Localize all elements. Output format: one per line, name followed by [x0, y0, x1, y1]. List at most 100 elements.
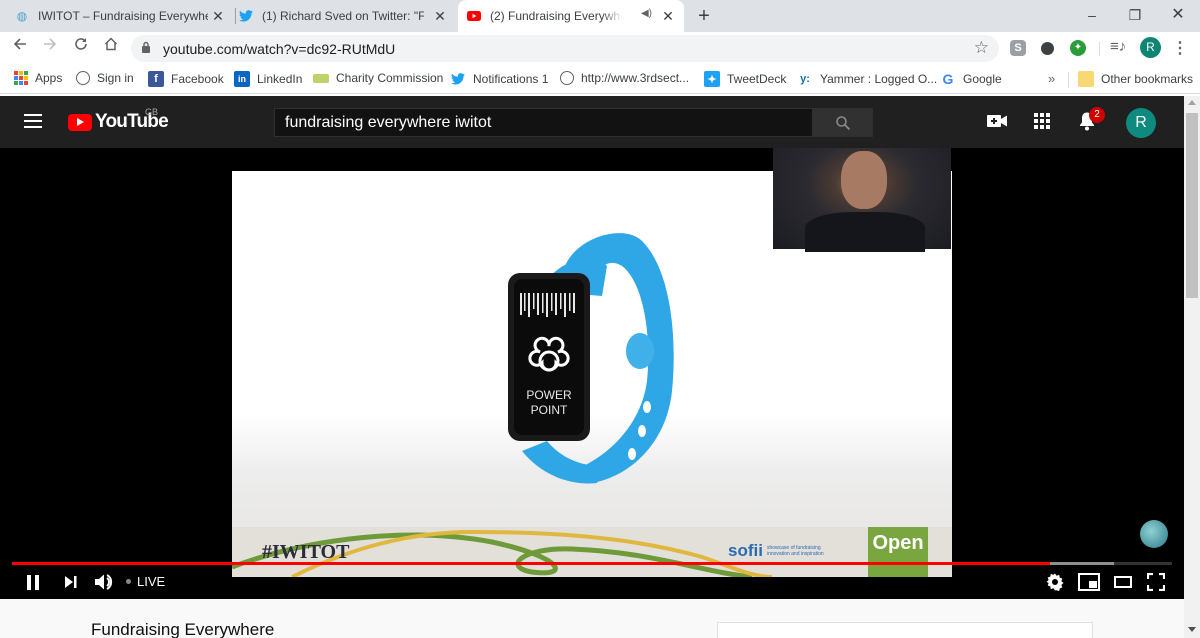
bookmarks-overflow-button[interactable]: » [1048, 71, 1055, 86]
toolbar-separator [1099, 42, 1100, 56]
facebook-icon: f [148, 71, 164, 87]
close-tab-icon[interactable]: ✕ [210, 8, 226, 24]
live-label: LIVE [137, 574, 166, 589]
bookmark-tweetdeck[interactable]: ✦ TweetDeck [704, 71, 786, 87]
scroll-up-arrow-icon[interactable] [1188, 100, 1196, 105]
youtube-logo[interactable]: YouTube GB [68, 107, 169, 133]
bookmark-star-icon[interactable]: ☆ [974, 38, 989, 58]
bookmark-notifications[interactable]: Notifications 1 [450, 71, 548, 87]
search-button[interactable] [813, 108, 873, 137]
extension-icon[interactable] [1041, 42, 1054, 55]
progress-bar[interactable] [12, 562, 1172, 565]
miniplayer-icon [1078, 573, 1100, 591]
profile-avatar[interactable]: R [1140, 37, 1161, 58]
media-control-icon[interactable]: ≡♪ [1110, 38, 1126, 55]
close-tab-icon[interactable]: ✕ [660, 8, 676, 24]
home-icon [104, 37, 118, 51]
url-text[interactable]: youtube.com/watch?v=dc92-RUtMdU [163, 41, 395, 57]
bookmark-label: Yammer : Logged O... [820, 72, 938, 86]
reload-icon [75, 38, 87, 50]
bookmark-linkedin[interactable]: in LinkedIn [234, 71, 302, 87]
new-tab-button[interactable]: + [692, 4, 716, 28]
youtube-account-avatar[interactable]: R [1126, 108, 1156, 138]
address-bar[interactable]: youtube.com/watch?v=dc92-RUtMdU ☆ [131, 35, 999, 62]
folder-icon [1078, 71, 1094, 87]
guide-menu-icon[interactable] [24, 114, 42, 128]
slide-hashtag: #IWITOT [262, 541, 350, 563]
back-button[interactable] [8, 36, 32, 60]
next-button[interactable] [62, 571, 80, 593]
bookmark-google[interactable]: G Google [940, 71, 1002, 87]
close-tab-icon[interactable]: ✕ [432, 8, 448, 24]
presenter-body [805, 212, 925, 252]
browser-tab-iwitot[interactable]: ◍ IWITOT – Fundraising Everywhere ✕ [14, 0, 234, 32]
region-code: GB [145, 107, 159, 117]
arrow-left-icon [13, 38, 26, 50]
live-indicator[interactable]: LIVE [126, 574, 165, 589]
home-button[interactable] [99, 36, 123, 60]
bookmark-sign-in[interactable]: Sign in [76, 71, 134, 85]
forward-button[interactable] [38, 36, 62, 60]
running-extension-icon[interactable]: ✦ [1070, 40, 1086, 56]
bookmark-yammer[interactable]: y: Yammer : Logged O... [797, 71, 937, 87]
video-title: Fundraising Everywhere [91, 620, 275, 638]
sofii-wordmark: sofii [728, 541, 763, 560]
presenter-webcam [773, 148, 951, 252]
pause-icon [27, 574, 31, 590]
twitter-icon [238, 8, 254, 24]
bookmark-label: LinkedIn [257, 72, 303, 86]
tab-title: (1) Richard Sved on Twitter: "Fund [262, 9, 424, 23]
channel-watermark-globe-icon[interactable] [1140, 520, 1168, 548]
bookmark-label: Google [963, 72, 1002, 86]
bookmarks-bar: Apps Sign in f Facebook in LinkedIn Char… [0, 64, 1200, 94]
reload-button[interactable] [69, 36, 93, 60]
bookmark-3rdsector[interactable]: http://www.3rdsect... [560, 71, 689, 85]
search-input[interactable] [274, 108, 813, 137]
browser-tab-strip: ◍ IWITOT – Fundraising Everywhere ✕ (1) … [0, 0, 1200, 32]
restore-window-button[interactable]: ❐ [1113, 0, 1157, 32]
video-player[interactable]: POWER POINT #IWITOT sofii showcase of fu… [0, 148, 1184, 599]
youtube-apps-button[interactable] [1030, 109, 1054, 133]
progress-played [12, 562, 1051, 565]
linkedin-icon: in [234, 71, 250, 87]
browser-menu-icon[interactable]: ⋮ [1172, 38, 1188, 58]
skip-next-icon [65, 576, 77, 588]
create-video-button[interactable] [985, 109, 1009, 133]
theater-mode-button[interactable] [1112, 571, 1134, 593]
video-camera-plus-icon [987, 115, 1007, 127]
bookmark-label: Notifications 1 [473, 72, 549, 86]
live-chat-panel[interactable] [717, 622, 1093, 638]
skype-extension-icon[interactable]: S [1010, 40, 1026, 56]
minimize-window-button[interactable]: – [1070, 0, 1114, 32]
bookmark-label: TweetDeck [727, 72, 787, 86]
gear-icon [1046, 573, 1064, 591]
bookmark-label: Apps [35, 71, 63, 85]
browser-tab-youtube-active[interactable]: (2) Fundraising Everywhere - ◀) ✕ [458, 0, 684, 32]
video-info-area: Fundraising Everywhere [0, 599, 1184, 638]
audio-playing-icon[interactable]: ◀) [641, 8, 652, 19]
bookmark-label: Charity Commission [336, 71, 444, 85]
scrollbar-thumb[interactable] [1186, 113, 1198, 298]
fullscreen-button[interactable] [1145, 571, 1167, 593]
lock-icon [142, 41, 150, 53]
device-text-line2: POINT [531, 403, 568, 417]
charity-commission-icon [313, 73, 329, 83]
bookmark-facebook[interactable]: f Facebook [148, 71, 224, 87]
browser-tab-twitter[interactable]: (1) Richard Sved on Twitter: "Fund ✕ [238, 0, 456, 32]
yammer-icon: y: [800, 73, 810, 85]
scroll-down-arrow-icon[interactable] [1188, 627, 1196, 632]
bookmark-charity-commission[interactable]: Charity Commission [313, 71, 443, 85]
theater-icon [1114, 576, 1132, 588]
page-scrollbar[interactable] [1184, 96, 1200, 638]
close-window-button[interactable]: ✕ [1156, 0, 1200, 32]
miniplayer-button[interactable] [1078, 571, 1100, 593]
bookmark-apps[interactable]: Apps [14, 71, 62, 85]
mute-button[interactable] [93, 571, 115, 593]
bookmark-other-bookmarks[interactable]: Other bookmarks [1078, 71, 1193, 87]
pause-button[interactable] [24, 571, 42, 593]
globe-icon [560, 71, 574, 85]
volume-icon [95, 574, 113, 590]
settings-button[interactable] [1044, 571, 1066, 593]
browser-toolbar: youtube.com/watch?v=dc92-RUtMdU ☆ S ✦ ≡♪… [0, 32, 1200, 64]
youtube-play-icon [68, 113, 92, 131]
